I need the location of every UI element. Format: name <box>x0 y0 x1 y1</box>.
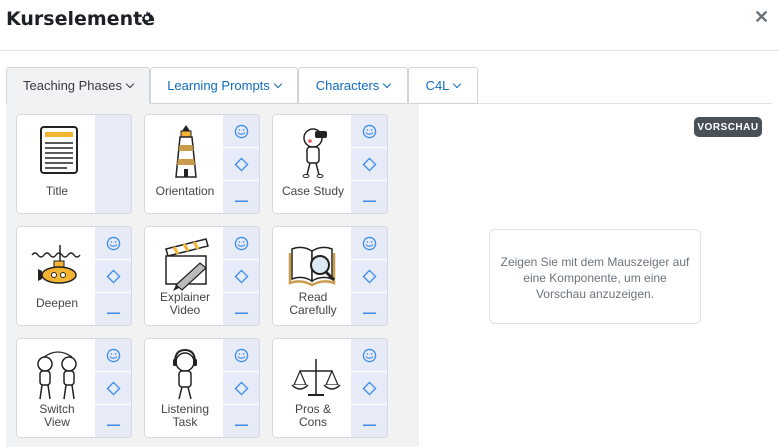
underline-icon <box>234 312 248 314</box>
diamond-button[interactable] <box>223 260 259 293</box>
card-label: Case Study <box>281 184 345 198</box>
smiley-icon <box>362 348 376 362</box>
card-label: Orientation <box>155 184 215 198</box>
smiley-button[interactable] <box>95 339 131 372</box>
underline-icon <box>362 200 376 202</box>
smiley-button[interactable] <box>351 115 387 148</box>
modal-header: Kurselemente ✕ <box>0 0 779 51</box>
underline-icon <box>234 200 248 202</box>
diamond-icon <box>105 268 121 284</box>
underline-button[interactable] <box>223 293 259 325</box>
underline-button[interactable] <box>351 405 387 437</box>
underline-button[interactable] <box>223 181 259 213</box>
modal-title: Kurselemente <box>6 8 156 30</box>
tab-bar: Teaching Phases Learning Prompts Charact… <box>6 67 772 104</box>
gear-icon[interactable] <box>140 11 154 25</box>
submarine-icon <box>31 245 81 284</box>
smiley-icon <box>234 236 248 250</box>
smiley-icon <box>106 348 120 362</box>
card-label: Listening Task <box>160 402 210 429</box>
card-side <box>351 115 387 213</box>
diamond-button[interactable] <box>223 148 259 181</box>
component-card-pros-cons[interactable]: Pros & Cons <box>272 338 388 438</box>
smiley-button[interactable] <box>223 227 259 260</box>
underline-icon <box>362 312 376 314</box>
component-card-read-carefully[interactable]: Read Carefully <box>272 226 388 326</box>
component-card-listening-task[interactable]: Listening Task <box>144 338 260 438</box>
book-magnifier-icon <box>288 246 336 287</box>
card-side <box>223 115 259 213</box>
chevron-down-icon <box>125 79 135 88</box>
diamond-icon <box>105 380 121 396</box>
figure-binoculars-icon <box>302 128 327 178</box>
card-label: Explainer Video <box>159 290 211 317</box>
chevron-down-icon <box>273 79 283 88</box>
card-side <box>95 339 131 437</box>
close-button[interactable]: ✕ <box>754 7 769 27</box>
smiley-icon <box>362 124 376 138</box>
card-side <box>95 115 131 213</box>
smiley-icon <box>362 236 376 250</box>
diamond-icon <box>233 380 249 396</box>
diamond-icon <box>361 268 377 284</box>
smiley-icon <box>234 348 248 362</box>
diamond-button[interactable] <box>351 148 387 181</box>
smiley-button[interactable] <box>351 339 387 372</box>
preview-badge: VORSCHAU <box>694 117 762 137</box>
diamond-button[interactable] <box>95 260 131 293</box>
smiley-button[interactable] <box>351 227 387 260</box>
two-figures-icon <box>37 351 77 400</box>
tab-c4l[interactable]: C4L <box>408 67 478 104</box>
smiley-button[interactable] <box>95 227 131 260</box>
tab-characters[interactable]: Characters <box>298 67 408 104</box>
diamond-icon <box>233 156 249 172</box>
underline-icon <box>106 424 120 426</box>
component-card-deepen[interactable]: Deepen <box>16 226 132 326</box>
lighthouse-icon <box>175 125 197 178</box>
underline-button[interactable] <box>351 293 387 325</box>
card-side <box>223 339 259 437</box>
component-card-switch-view[interactable]: Switch View <box>16 338 132 438</box>
component-card-title[interactable]: Title <box>16 114 132 214</box>
tab-teaching-phases[interactable]: Teaching Phases <box>6 67 150 104</box>
component-card-case-study[interactable]: Case Study <box>272 114 388 214</box>
underline-button[interactable] <box>223 405 259 437</box>
card-label: Pros & Cons <box>294 402 331 429</box>
card-side <box>223 227 259 325</box>
chevron-down-icon <box>453 79 462 88</box>
card-label: Deepen <box>35 296 79 310</box>
diamond-icon <box>361 156 377 172</box>
smiley-icon <box>234 124 248 138</box>
card-label: Title <box>45 184 69 198</box>
component-card-orientation[interactable]: Orientation <box>144 114 260 214</box>
card-side <box>351 227 387 325</box>
card-label: Read Carefully <box>289 290 337 317</box>
diamond-button[interactable] <box>95 372 131 405</box>
underline-button[interactable] <box>351 181 387 213</box>
clapperboard-icon <box>165 238 209 291</box>
underline-button[interactable] <box>95 293 131 325</box>
underline-icon <box>234 424 248 426</box>
smiley-icon <box>106 236 120 250</box>
card-side <box>95 227 131 325</box>
diamond-button[interactable] <box>351 260 387 293</box>
diamond-icon <box>361 380 377 396</box>
card-label: Switch View <box>39 402 75 429</box>
diamond-button[interactable] <box>223 372 259 405</box>
scales-icon <box>291 359 341 396</box>
smiley-button[interactable] <box>223 339 259 372</box>
component-card-explainer-video[interactable]: Explainer Video <box>144 226 260 326</box>
underline-button[interactable] <box>95 405 131 437</box>
diamond-icon <box>233 268 249 284</box>
tab-learning-prompts[interactable]: Learning Prompts <box>150 67 298 104</box>
preview-placeholder: Zeigen Sie mit dem Mauszeiger auf eine K… <box>489 229 701 324</box>
smiley-button[interactable] <box>223 115 259 148</box>
document-icon <box>40 126 78 174</box>
card-side <box>351 339 387 437</box>
underline-icon <box>362 424 376 426</box>
diamond-button[interactable] <box>351 372 387 405</box>
chevron-down-icon <box>383 79 392 88</box>
underline-icon <box>106 312 120 314</box>
figure-headphones-icon <box>173 348 197 400</box>
